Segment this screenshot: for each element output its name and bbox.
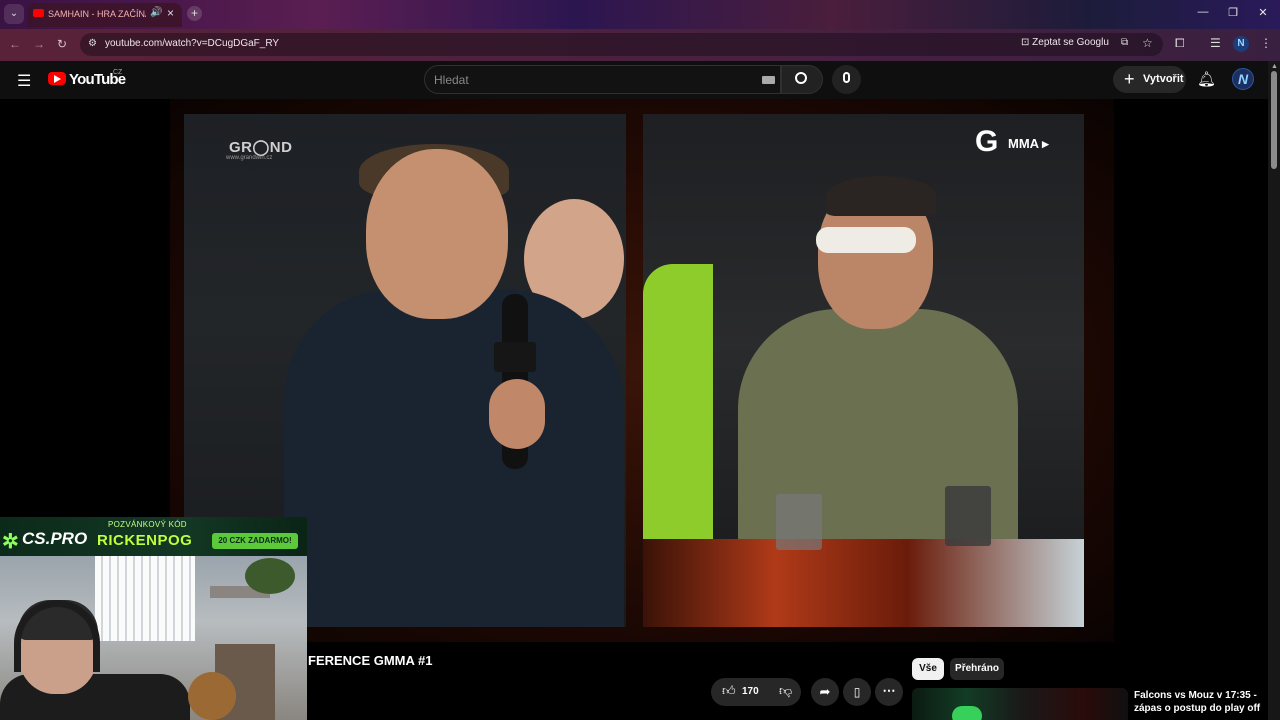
chip-all[interactable]: Vše [912, 658, 944, 680]
video-title: FERENCE GMMA #1 [308, 653, 433, 668]
cspro-logo-icon: ✲ [2, 531, 19, 553]
grand-logo: GR◯ND [229, 139, 293, 156]
site-info-icon[interactable]: ⚙ [88, 38, 97, 49]
google-lens-icon: ⊡ [1021, 37, 1033, 48]
microphone-flag [494, 342, 536, 372]
grand-url: www.grandwin.cz [226, 155, 273, 161]
glass [945, 486, 991, 546]
glass [776, 494, 822, 550]
like-dislike-group: 👍︎ 170 👎︎ [711, 678, 801, 706]
bookmark-star-icon[interactable]: ☆ [1142, 36, 1153, 50]
speaker-hand [489, 379, 545, 449]
browser-tab-bar: ⌄ SAMHAIN - HRA ZAČÍNÁ | RICKENPOG 🔊 × +… [0, 0, 1280, 29]
play-icon [54, 75, 61, 83]
window-close-button[interactable]: ✕ [1248, 6, 1278, 19]
create-button[interactable]: + Vytvořit [1113, 66, 1186, 93]
speaker-head [366, 149, 508, 319]
ask-google-label: Zeptat se Googlu [1032, 37, 1109, 48]
gmma-logo-icon: G [975, 125, 999, 158]
reading-list-icon[interactable]: ☰ [1210, 36, 1221, 50]
promo-badge: 20 CZK ZADARMO! [212, 533, 298, 549]
install-app-icon[interactable]: ⧉ [1121, 37, 1128, 48]
white-sunglasses [816, 227, 916, 253]
like-count[interactable]: 170 [742, 686, 759, 697]
youtube-header: ☰ YouTube CZ + Vytvořit 🔔︎ N [0, 61, 1268, 99]
tab-search-icon[interactable]: ⌄ [4, 4, 24, 24]
promo-code-label: POZVÁNKOVÝ KÓD [108, 520, 187, 529]
plus-icon: + [1124, 69, 1135, 89]
browser-profile-avatar[interactable]: N [1233, 36, 1249, 52]
window-blinds [95, 556, 195, 641]
green-painted-person [643, 264, 713, 564]
share-icon[interactable]: ➦ [811, 678, 839, 706]
fighter-hair [826, 176, 936, 216]
forward-icon[interactable]: → [33, 37, 45, 51]
chip-watched[interactable]: Přehráno [950, 658, 1004, 680]
youtube-favicon-icon [33, 9, 44, 17]
promo-code: RICKENPOG [97, 532, 193, 549]
search-box[interactable] [424, 65, 781, 94]
hamburger-menu-icon[interactable]: ☰ [17, 71, 31, 91]
youtube-logo-icon[interactable] [48, 72, 66, 85]
teddy-bear [188, 672, 236, 720]
microphone-icon [843, 72, 850, 83]
search-icon [795, 72, 807, 84]
streamer-webcam [0, 556, 307, 720]
window-minimize-button[interactable]: — [1188, 6, 1218, 18]
thumbs-up-icon[interactable]: 👍︎ [722, 683, 736, 699]
extensions-icon[interactable]: ⧠ [1175, 36, 1185, 51]
ask-google-button[interactable]: ⊡ Zeptat se Googlu [1021, 37, 1109, 48]
table [643, 539, 1084, 627]
window-maximize-button[interactable]: ❐ [1218, 6, 1248, 19]
new-tab-button[interactable]: + [187, 6, 202, 21]
tab-title: SAMHAIN - HRA ZAČÍNÁ | RICKENPOG [48, 9, 146, 19]
browser-toolbar: ← → ↻ ⚙ youtube.com/watch?v=DCugDGaF_RY … [0, 29, 1280, 61]
video-pane-right: G MMA ▸ [643, 114, 1084, 627]
voice-search-button[interactable] [832, 65, 861, 94]
speaker-body [284, 289, 624, 627]
create-label: Vytvořit [1143, 73, 1184, 85]
account-avatar[interactable]: N [1232, 68, 1254, 90]
thumbnail-logo [952, 706, 982, 720]
url-text[interactable]: youtube.com/watch?v=DCugDGaF_RY [105, 38, 279, 49]
audio-playing-icon[interactable]: 🔊 [150, 7, 162, 18]
recommended-video-title[interactable]: Falcons vs Mouz v 17:35 - zápas o postup… [1134, 689, 1264, 715]
keyboard-icon[interactable] [762, 76, 775, 84]
address-bar[interactable]: ⚙ youtube.com/watch?v=DCugDGaF_RY ⊡ Zept… [80, 33, 1163, 56]
page-scrollbar[interactable]: ▲ [1268, 61, 1280, 720]
back-icon[interactable]: ← [9, 37, 21, 51]
browser-menu-icon[interactable]: ⋮ [1260, 36, 1272, 50]
more-options-icon[interactable]: ⋯ [875, 678, 903, 706]
reload-icon[interactable]: ↻ [57, 37, 67, 51]
notifications-bell-icon[interactable]: 🔔︎ [1197, 70, 1216, 88]
scrollbar-thumb[interactable] [1271, 71, 1277, 169]
recommended-video-thumbnail[interactable] [912, 688, 1128, 720]
video-player[interactable]: GR◯ND www.grandwin.cz G MMA ▸ [170, 99, 1114, 642]
save-bookmark-icon[interactable]: ▯ [843, 678, 871, 706]
gmma-logo-text: MMA ▸ [1008, 136, 1049, 151]
thumbs-down-icon[interactable]: 👎︎ [779, 683, 792, 699]
search-button[interactable] [781, 65, 823, 94]
search-input[interactable] [434, 73, 734, 87]
promo-banner: ✲ CS.PRO POZVÁNKOVÝ KÓD RICKENPOG 20 CZK… [0, 517, 307, 556]
promo-brand: CS.PRO [22, 529, 88, 548]
country-code: CZ [113, 69, 123, 76]
scroll-up-icon[interactable]: ▲ [1271, 63, 1278, 70]
browser-tab[interactable]: SAMHAIN - HRA ZAČÍNÁ | RICKENPOG 🔊 × [27, 3, 182, 27]
plant [245, 558, 295, 594]
tab-close-icon[interactable]: × [167, 6, 174, 20]
